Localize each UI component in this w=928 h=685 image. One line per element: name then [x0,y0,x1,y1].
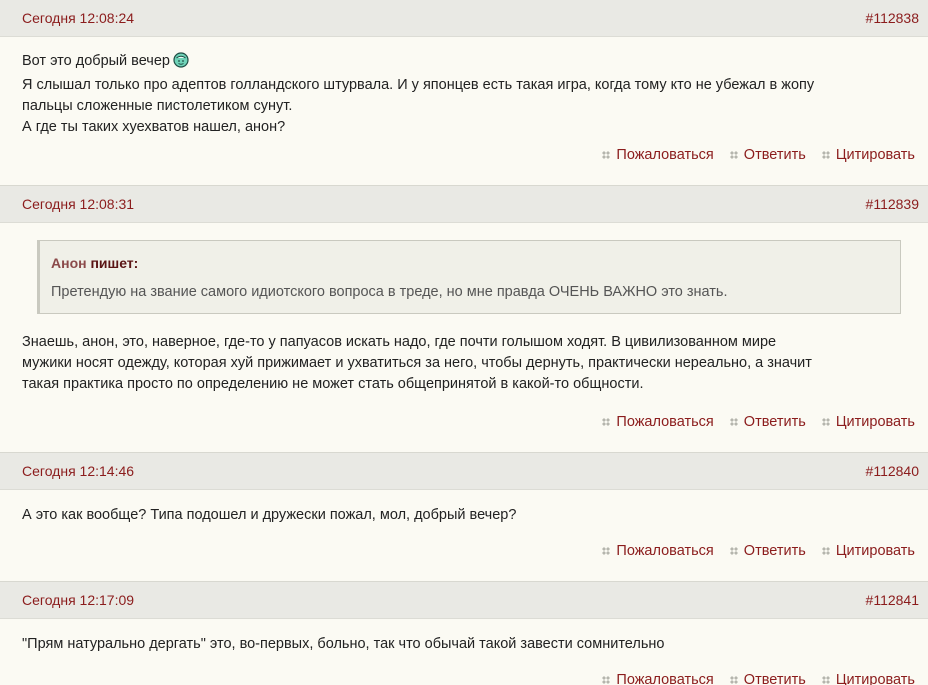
post-list: Сегодня 12:08:24 #112838 Вот это добрый … [0,0,928,685]
reply-button[interactable]: Ответить [729,543,806,559]
post-date: Сегодня 12:08:24 [22,10,135,26]
post-header: Сегодня 12:08:31 #112839 [0,186,928,223]
post-text-line: пальцы сложенные пистолетиком сунут. [22,98,293,114]
report-label: Пожаловаться [616,414,714,430]
report-label: Пожаловаться [616,672,714,685]
dots-icon [821,676,830,684]
reply-label: Ответить [743,147,806,163]
dots-icon [729,418,738,426]
post-number-link[interactable]: #112841 [866,592,919,608]
post-date: Сегодня 12:14:46 [22,463,135,479]
report-label: Пожаловаться [616,543,714,559]
dots-icon [602,151,611,159]
dots-icon [821,547,830,555]
post-date: Сегодня 12:17:09 [22,592,135,608]
post-number-link[interactable]: #112840 [866,463,919,479]
post: Сегодня 12:17:09 #112841 "Прям натуральн… [0,581,928,685]
post-text-line: такая практика просто по определению не … [22,376,644,392]
post-actions: Пожаловаться Ответить Цитировать [0,414,928,452]
dots-icon [729,547,738,555]
dots-icon [602,418,611,426]
post-text-line: "Прям натурально дергать" это, во-первых… [22,636,665,652]
post-actions: Пожаловаться Ответить Цитировать [0,543,928,581]
post-body: А это как вообще? Типа подошел и дружеск… [0,490,928,543]
quote-button[interactable]: Цитировать [821,147,915,163]
dots-icon [729,676,738,684]
post-text-line: мужики носят одежду, которая хуй прижима… [22,355,812,371]
dots-icon [602,547,611,555]
post-text-line: Знаешь, анон, это, наверное, где-то у па… [22,334,777,350]
dots-icon [602,676,611,684]
reply-label: Ответить [743,543,806,559]
post-header: Сегодня 12:17:09 #112841 [0,582,928,619]
post-actions: Пожаловаться Ответить Цитировать [0,672,928,685]
reply-button[interactable]: Ответить [729,414,806,430]
report-button[interactable]: Пожаловаться [602,543,714,559]
post-number-link[interactable]: #112838 [866,10,919,26]
post-header: Сегодня 12:14:46 #112840 [0,453,928,490]
post-header: Сегодня 12:08:24 #112838 [0,0,928,37]
post-actions: Пожаловаться Ответить Цитировать [0,147,928,185]
quote-label: Цитировать [835,414,915,430]
post-body: Вот это добрый вечер Я слышал только про… [0,37,928,147]
post-body: Анон пишет: Претендую на звание самого и… [0,223,928,414]
quote-header: Анон пишет: [51,253,888,274]
reply-label: Ответить [743,414,806,430]
quote-says: пишет: [90,255,139,271]
quote-author: Анон [51,255,87,271]
smiley-icon [173,52,189,75]
post-text-line: Я слышал только про адептов голландского… [22,77,815,93]
quote-button[interactable]: Цитировать [821,414,915,430]
post-text-line: Вот это добрый вечер [22,51,906,75]
post-body: "Прям натурально дергать" это, во-первых… [0,619,928,672]
post-number-link[interactable]: #112839 [866,196,919,212]
post-date: Сегодня 12:08:31 [22,196,135,212]
quote-block: Анон пишет: Претендую на звание самого и… [37,240,901,314]
reply-button[interactable]: Ответить [729,147,806,163]
post-text-line: А это как вообще? Типа подошел и дружеск… [22,507,517,523]
report-button[interactable]: Пожаловаться [602,414,714,430]
dots-icon [729,151,738,159]
report-label: Пожаловаться [616,147,714,163]
post: Сегодня 12:14:46 #112840 А это как вообщ… [0,452,928,581]
report-button[interactable]: Пожаловаться [602,147,714,163]
quote-label: Цитировать [835,147,915,163]
reply-label: Ответить [743,672,806,685]
dots-icon [821,418,830,426]
post: Сегодня 12:08:31 #112839 Анон пишет: Пре… [0,185,928,452]
quote-button[interactable]: Цитировать [821,543,915,559]
post-text: Вот это добрый вечер [22,53,170,69]
quote-label: Цитировать [835,543,915,559]
report-button[interactable]: Пожаловаться [602,672,714,685]
reply-button[interactable]: Ответить [729,672,806,685]
post: Сегодня 12:08:24 #112838 Вот это добрый … [0,0,928,185]
post-text-line: А где ты таких хуехватов нашел, анон? [22,119,286,135]
quote-text: Претендую на звание самого идиотского во… [51,284,728,300]
quote-label: Цитировать [835,672,915,685]
dots-icon [821,151,830,159]
quote-button[interactable]: Цитировать [821,672,915,685]
